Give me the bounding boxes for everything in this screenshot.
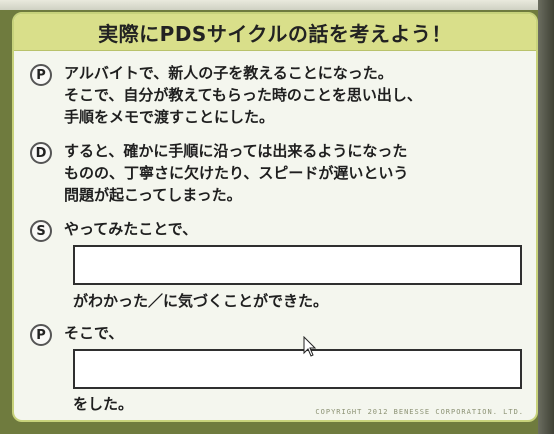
worksheet-title: 実際にPDSサイクルの話を考えよう！ [98,21,452,46]
see-suffix: がわかった／に気づくことができた。 [73,292,329,310]
plan2-prompt: そこで、 [64,324,124,342]
copyright-text: COPYRIGHT 2012 BENESSE CORPORATION. LTD. [315,408,524,416]
monitor-bezel-right [538,0,554,434]
see-answer-box[interactable] [73,245,522,285]
plan-row-1: P アルバイトで、新人の子を教えることになった。 そこで、自分が教えてもらった時… [30,62,529,128]
see-row: S やってみたことで、 [30,218,529,242]
plan2-suffix: をした。 [73,395,134,413]
mouse-pointer-icon [303,336,317,357]
monitor-bezel-top [0,0,554,10]
do-badge: D [30,142,52,164]
do-row: D すると、確かに手順に沿っては出来るようになった ものの、丁寧さに欠けたり、ス… [30,140,529,206]
plan-row-2: P そこで、 [30,322,529,346]
see-badge: S [30,220,52,242]
do-text: すると、確かに手順に沿っては出来るようになった ものの、丁寧さに欠けたり、スピー… [64,142,409,204]
plan2-answer-box[interactable] [73,349,522,389]
pds-worksheet-card: 実際にPDSサイクルの話を考えよう！ P アルバイトで、新人の子を教えることにな… [12,12,538,422]
plan-badge: P [30,64,52,86]
plan-text: アルバイトで、新人の子を教えることになった。 そこで、自分が教えてもらった時のこ… [64,64,422,126]
plan2-badge: P [30,324,52,346]
worksheet-header: 実際にPDSサイクルの話を考えよう！ [14,14,536,51]
see-prompt: やってみたことで、 [64,220,198,238]
